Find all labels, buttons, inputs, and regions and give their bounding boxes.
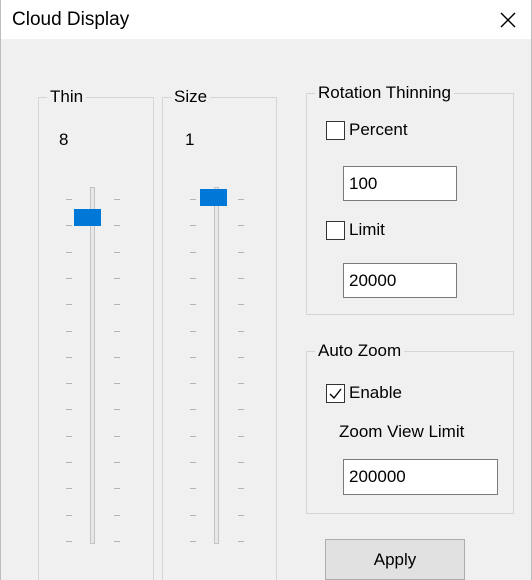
slider-tick — [190, 252, 196, 253]
slider-tick — [66, 488, 72, 489]
limit-input[interactable]: 20000 — [343, 263, 457, 298]
slider-tick — [114, 331, 120, 332]
slider-tick — [238, 278, 244, 279]
apply-button-label: Apply — [373, 549, 417, 569]
slider-tick — [66, 304, 72, 305]
enable-checkbox[interactable] — [326, 383, 345, 403]
slider-tick — [114, 409, 120, 410]
slider-tick — [238, 488, 244, 489]
slider-tick — [66, 541, 72, 542]
rotation-thinning-group: Rotation Thinning Percent 100 Limit 2000… — [306, 82, 514, 315]
slider-tick — [238, 331, 244, 332]
slider-tick — [114, 304, 120, 305]
zoom-view-limit-input[interactable]: 200000 — [343, 459, 498, 495]
slider-tick — [238, 357, 244, 358]
auto-zoom-group: Auto Zoom Enable Zoom View Limit 200000 — [306, 340, 514, 514]
slider-tick — [190, 383, 196, 384]
limit-checkbox[interactable] — [326, 220, 345, 240]
limit-label: Limit — [349, 220, 385, 239]
close-button[interactable] — [485, 0, 531, 39]
slider-tick — [190, 541, 196, 542]
percent-input-value: 100 — [349, 173, 378, 193]
zoom-view-limit-label: Zoom View Limit — [339, 422, 465, 441]
slider-tick — [190, 225, 196, 226]
slider-tick — [238, 409, 244, 410]
size-group: Size 1 — [162, 86, 278, 580]
zoom-view-limit-value: 200000 — [349, 467, 406, 486]
slider-tick — [66, 383, 72, 384]
slider-tick — [66, 357, 72, 358]
slider-tick — [66, 199, 72, 200]
slider-tick — [238, 199, 244, 200]
slider-tick — [190, 357, 196, 358]
slider-tick — [114, 541, 120, 542]
slider-tick — [238, 436, 244, 437]
size-slider-track[interactable] — [214, 187, 219, 544]
slider-tick — [114, 225, 120, 226]
slider-tick — [190, 462, 196, 463]
slider-tick — [238, 515, 244, 516]
slider-tick — [66, 462, 72, 463]
thin-group: Thin 8 — [38, 86, 155, 580]
cloud-display-dialog: Cloud Display Thin 8 Size 1 Rotation Thi… — [0, 0, 532, 580]
rotation-thinning-label: Rotation Thinning — [315, 82, 454, 104]
enable-label: Enable — [349, 383, 402, 402]
percent-checkbox-row[interactable]: Percent — [326, 120, 408, 140]
enable-checkbox-row[interactable]: Enable — [326, 383, 402, 403]
slider-tick — [66, 409, 72, 410]
slider-tick — [114, 252, 120, 253]
slider-tick — [238, 225, 244, 226]
slider-tick — [114, 278, 120, 279]
size-slider-thumb[interactable] — [200, 189, 227, 206]
slider-tick — [66, 331, 72, 332]
close-icon — [500, 12, 516, 27]
slider-tick — [114, 462, 120, 463]
thin-slider-thumb[interactable] — [74, 209, 101, 226]
slider-tick — [238, 304, 244, 305]
slider-tick — [66, 515, 72, 516]
title-bar[interactable]: Cloud Display — [1, 0, 531, 39]
slider-tick — [238, 462, 244, 463]
percent-label: Percent — [349, 120, 408, 139]
slider-tick — [114, 515, 120, 516]
percent-checkbox[interactable] — [326, 120, 345, 140]
slider-tick — [190, 515, 196, 516]
slider-tick — [190, 278, 196, 279]
auto-zoom-label: Auto Zoom — [315, 340, 405, 362]
percent-input[interactable]: 100 — [343, 166, 457, 201]
slider-tick — [238, 383, 244, 384]
slider-tick — [190, 199, 196, 200]
slider-tick — [66, 436, 72, 437]
checkmark-icon — [329, 388, 342, 399]
thin-slider[interactable] — [39, 98, 155, 578]
thin-slider-track[interactable] — [90, 187, 95, 544]
slider-tick — [114, 488, 120, 489]
slider-tick — [66, 278, 72, 279]
apply-button[interactable]: Apply — [325, 539, 465, 580]
slider-tick — [66, 225, 72, 226]
slider-tick — [114, 436, 120, 437]
slider-tick — [190, 436, 196, 437]
slider-tick — [66, 252, 72, 253]
slider-tick — [114, 199, 120, 200]
limit-input-value: 20000 — [349, 270, 397, 290]
size-slider[interactable] — [163, 98, 278, 578]
slider-tick — [190, 331, 196, 332]
slider-tick — [114, 383, 120, 384]
slider-tick — [114, 357, 120, 358]
slider-tick — [190, 304, 196, 305]
slider-tick — [238, 252, 244, 253]
slider-tick — [190, 488, 196, 489]
slider-tick — [238, 541, 244, 542]
limit-checkbox-row[interactable]: Limit — [326, 220, 385, 240]
slider-tick — [190, 409, 196, 410]
window-title: Cloud Display — [12, 9, 130, 30]
